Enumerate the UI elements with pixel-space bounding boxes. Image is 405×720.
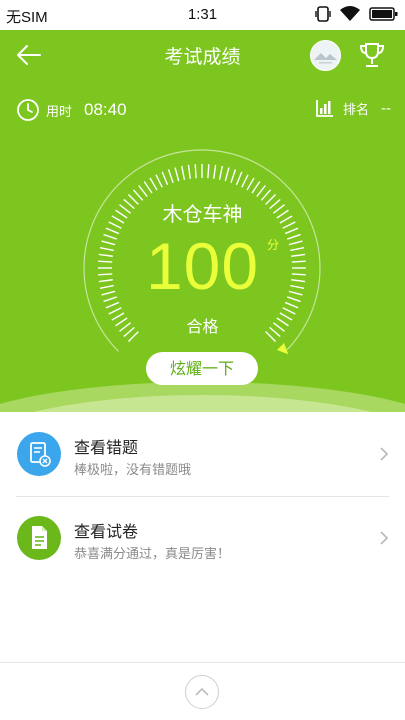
paper-document-icon: [17, 516, 61, 560]
gauge-indicator: [276, 342, 289, 355]
list-item-title: 查看错题: [74, 438, 139, 457]
result-title: 木仓车神: [162, 202, 243, 226]
score-value: 100: [145, 229, 260, 303]
gauge-tick: [181, 165, 186, 180]
list-item-subtitle: 恭喜满分通过，真是厉害！: [74, 547, 231, 562]
list-item-wrong-questions[interactable]: 查看错题 棒极啦，没有错题哦: [0, 412, 405, 497]
gauge-tick: [155, 174, 163, 188]
chevron-right-icon: [380, 531, 389, 545]
list-item-title: 查看试卷: [74, 522, 139, 541]
gauge-tick: [143, 181, 153, 194]
score-unit: 分: [267, 238, 280, 252]
scroll-up-button[interactable]: [185, 675, 219, 709]
gauge-tick: [224, 167, 230, 182]
chevron-right-icon: [380, 447, 389, 461]
gauge-tick: [230, 169, 237, 184]
list-item-view-paper[interactable]: 查看试卷 恭喜满分通过，真是厉害！: [0, 496, 405, 580]
gauge-tick: [246, 177, 255, 191]
gauge-tick: [256, 185, 266, 198]
gauge-tick: [174, 167, 180, 182]
gauge-tick: [241, 174, 249, 188]
gauge-tick: [138, 185, 148, 198]
list-item-subtitle: 棒极啦，没有错题哦: [74, 463, 192, 478]
gauge-tick: [207, 164, 210, 179]
grade-label: 合格: [186, 317, 219, 336]
status-icons: [315, 5, 399, 23]
status-bar: 无SIM 1:31: [0, 0, 405, 30]
gauge-tick: [213, 164, 217, 179]
vibrate-icon: [315, 6, 331, 22]
gauge-tick: [194, 164, 197, 179]
chevron-up-icon: [195, 687, 209, 696]
score-panel: 考试成绩 用时 08:40 排名 -- 木仓车神 100 分 合格 炫耀一下: [0, 30, 405, 412]
gauge-tick: [149, 177, 158, 191]
wrong-questions-icon: [17, 432, 61, 476]
bottom-divider: [0, 662, 405, 663]
gauge-tick: [161, 171, 169, 186]
gauge-tick: [218, 165, 223, 180]
gauge-tick: [235, 171, 243, 186]
action-list: 查看错题 棒极啦，没有错题哦 查看试卷 恭喜满分通过，真是厉害！: [0, 412, 405, 580]
battery-icon: [369, 7, 398, 21]
gauge-tick: [187, 164, 191, 179]
gauge-tick: [167, 169, 174, 184]
wifi-icon: [340, 6, 360, 21]
gauge-tick: [251, 181, 261, 194]
show-off-button[interactable]: 炫耀一下: [146, 352, 258, 385]
